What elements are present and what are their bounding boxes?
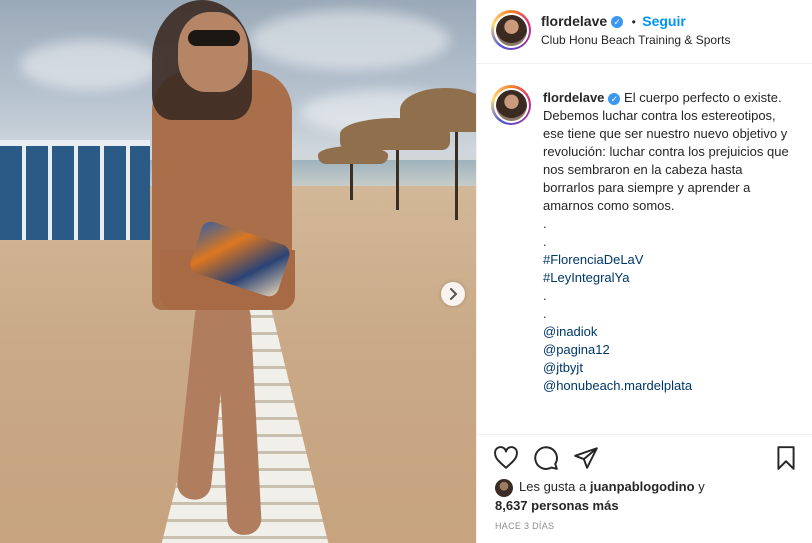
umbrella-pole <box>396 140 399 210</box>
cabana-row <box>0 140 150 240</box>
likes-prefix: Les gusta a <box>519 479 587 494</box>
follow-button[interactable]: Seguir <box>642 13 686 29</box>
mention-link[interactable]: @jtbyjt <box>543 359 793 377</box>
caption-dot: . <box>543 216 547 231</box>
caption-username[interactable]: flordelave <box>543 90 604 105</box>
likes-conjunction: y <box>698 479 705 494</box>
separator: • <box>631 15 636 29</box>
umbrella <box>318 146 388 164</box>
hashtag-link[interactable]: #FlorenciaDeLaV <box>543 251 793 269</box>
umbrella-pole <box>350 160 353 200</box>
paper-plane-icon <box>574 447 598 469</box>
caption-dot: . <box>543 288 547 303</box>
hashtag-link[interactable]: #LeyIntegralYa <box>543 269 793 287</box>
avatar[interactable] <box>491 10 531 50</box>
mention-link[interactable]: @pagina12 <box>543 341 793 359</box>
heart-icon <box>494 446 518 469</box>
comment-icon <box>534 446 558 470</box>
save-button[interactable] <box>773 445 799 471</box>
caption-text: flordelave ✓ El cuerpo perfecto o existe.… <box>543 89 793 395</box>
likes-count[interactable]: 8,637 personas más <box>495 498 619 513</box>
cloud <box>250 10 450 70</box>
caption-body: El cuerpo perfecto o existe. Debemos luc… <box>543 90 789 213</box>
post-sidebar: flordelave ✓ • Seguir Club Honu Beach Tra… <box>476 0 812 543</box>
caption-avatar[interactable] <box>491 85 531 125</box>
verified-badge-icon: ✓ <box>608 92 621 105</box>
next-image-button[interactable] <box>441 282 465 306</box>
header-user-row: flordelave ✓ • Seguir <box>541 13 686 31</box>
face <box>178 12 248 92</box>
caption-dot: . <box>543 234 547 249</box>
post-timestamp[interactable]: HACE 3 DÍAS <box>495 521 554 531</box>
verified-badge-icon: ✓ <box>611 15 624 28</box>
avatar-frame <box>493 87 529 123</box>
location-link[interactable]: Club Honu Beach Training & Sports <box>541 33 730 47</box>
post-header: flordelave ✓ • Seguir Club Honu Beach Tra… <box>477 0 812 64</box>
bookmark-icon <box>777 446 795 470</box>
avatar-frame <box>493 12 529 48</box>
comment-button[interactable] <box>533 445 559 471</box>
action-bar <box>477 434 812 478</box>
cloud <box>20 40 160 90</box>
liker-username[interactable]: juanpablogodino <box>590 479 695 494</box>
chevron-right-icon <box>450 288 458 300</box>
like-button[interactable] <box>493 445 519 471</box>
post-image[interactable] <box>0 0 476 543</box>
liker-avatar[interactable] <box>495 478 513 497</box>
mention-link[interactable]: @inadiok <box>543 323 793 341</box>
sunglasses <box>188 30 240 46</box>
caption-area: flordelave ✓ El cuerpo perfecto o existe.… <box>477 65 812 433</box>
avatar-image <box>495 89 527 121</box>
username-link[interactable]: flordelave <box>541 13 607 29</box>
mention-link[interactable]: @honubeach.mardelplata <box>543 377 793 395</box>
umbrella <box>400 88 476 132</box>
likes-summary: Les gusta a juanpablogodino y 8,637 pers… <box>495 478 795 515</box>
avatar-image <box>495 14 527 46</box>
caption-dot: . <box>543 306 547 321</box>
umbrella-pole <box>455 125 458 220</box>
share-button[interactable] <box>573 445 599 471</box>
